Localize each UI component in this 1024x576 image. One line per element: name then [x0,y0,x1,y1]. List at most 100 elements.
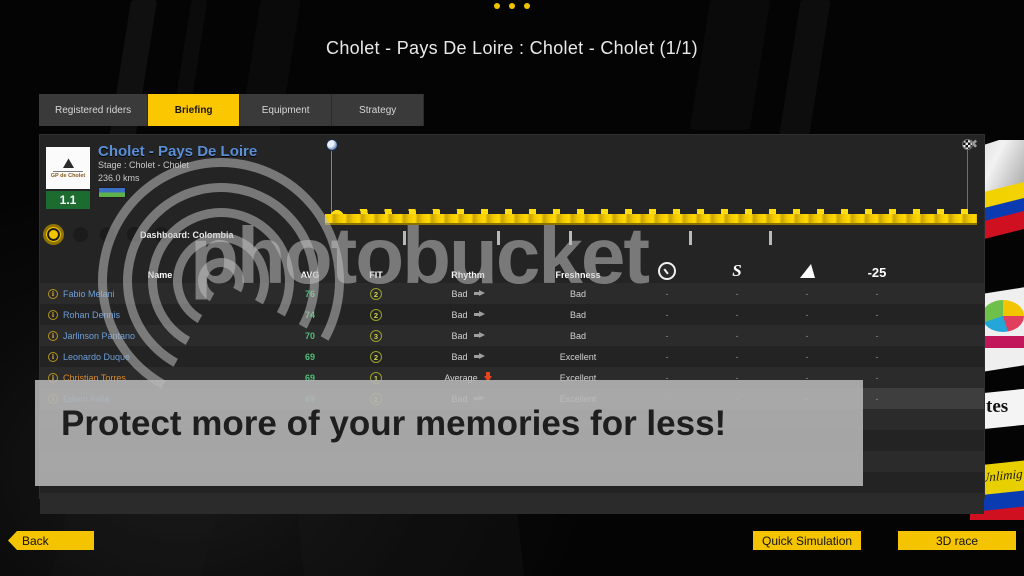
table-row-empty [40,409,984,430]
race-logo-text: GP de Cholet [50,172,86,179]
race-flag-icon [98,187,126,198]
mountain-icon [799,264,815,278]
column-header-name[interactable]: Name [40,270,280,280]
race-logo: ⛰ GP de Cholet [46,147,90,189]
column-header-mountain[interactable] [772,264,842,280]
fit-badge: 2 [370,392,382,405]
rider-mountain-cell: - [805,351,809,362]
info-icon[interactable]: i [48,288,58,299]
rider-name-cell[interactable]: i Fabio Melani [40,288,280,299]
race-category-badge: 1.1 [46,191,90,209]
fit-badge: 2 [370,350,382,363]
arrow-flat-icon [473,332,485,339]
race-logo-glyph: ⛰ [62,154,75,171]
fit-badge: 1 [370,371,382,384]
rider-freshness-cell: Bad [569,330,586,341]
rider-name: Leonardo Duque [63,351,131,362]
arrow-flat-icon [473,290,485,297]
column-header-freshness[interactable]: Freshness [524,270,632,280]
dashboard-label: Dashboard: Colombia [140,230,234,240]
rider-sprint-cell: - [665,372,669,383]
rider-sprint-cell: - [665,330,669,341]
rider-minus25-cell: - [875,393,879,404]
tab-strategy[interactable]: Strategy [332,94,425,126]
column-header-rhythm[interactable]: Rhythm [412,270,524,280]
rider-rhythm-cell: Bad [412,394,524,404]
rider-name: Jarlinson Pantano [63,330,136,341]
rider-avg-cell: 70 [304,330,315,341]
table-row[interactable]: i Leonardo Duque 69 2 Bad Excellent - - - - [40,346,984,367]
race-name: Cholet - Pays De Loire [98,143,258,160]
column-header-fit[interactable]: FIT [340,270,412,280]
info-icon[interactable]: i [48,351,58,362]
rider-freshness-cell: Bad [569,309,586,320]
rider-mountain-cell: - [805,309,809,320]
rider-flat-cell: - [735,288,739,299]
info-icon[interactable]: i [48,309,58,320]
rider-minus25-cell: - [875,372,879,383]
rider-freshness-cell: Excellent [559,393,597,404]
game-screen: tes Unlimig Cholet - Pays De Loire : Cho… [0,0,1024,576]
rider-name-cell[interactable]: i Edwin Avila [40,393,280,404]
info-icon[interactable]: i [48,393,58,404]
rider-minus25-cell: - [875,288,879,299]
table-row[interactable]: i Edwin Avila 69 2 Bad Excellent - - - - [40,388,984,409]
stage-dot-3[interactable] [100,227,115,242]
column-header-flat[interactable]: S [702,262,772,280]
tab-registered-riders[interactable]: Registered riders [39,94,149,126]
info-icon[interactable]: i [48,330,58,341]
minus-25-icon: -25 [867,265,887,280]
riders-table: Name AVG FIT Rhythm Freshness S -25 i Fab… [40,259,984,514]
arrow-down-icon [483,372,492,383]
rider-minus25-cell: - [875,351,879,362]
rider-name: Edwin Avila [63,393,109,404]
stage-dot-2[interactable] [73,227,88,242]
column-header-minus25[interactable]: -25 [842,265,912,280]
rider-name-cell[interactable]: i Jarlinson Pantano [40,330,280,341]
rider-avg-cell: 74 [304,309,315,320]
rider-rhythm-cell: Bad [412,331,524,341]
stage-dot-1[interactable] [46,227,61,242]
race-stage: Stage : Cholet - Cholet [98,160,190,170]
table-row-empty [40,451,984,472]
rider-flat-cell: - [735,393,739,404]
rider-mountain-cell: - [805,372,809,383]
rider-sprint-cell: - [665,309,669,320]
3d-race-button[interactable]: 3D race [898,531,1016,550]
rider-minus25-cell: - [875,330,879,341]
page-title: Cholet - Pays De Loire : Cholet - Cholet… [326,38,698,58]
tab-equipment[interactable]: Equipment [240,94,333,126]
rider-name-cell[interactable]: i Leonardo Duque [40,351,280,362]
rider-sprint-cell: - [665,351,669,362]
arrow-flat-icon [473,395,485,402]
rider-rhythm-cell: Bad [412,289,524,299]
column-header-sprint[interactable] [632,262,702,280]
finish-flag-icon [962,139,973,150]
table-row[interactable]: i Fabio Melani 76 2 Bad Bad - - - - [40,283,984,304]
tab-bar: Registered riders Briefing Equipment Str… [39,94,425,126]
rider-flat-cell: - [735,351,739,362]
rider-name: Christian Torres [63,372,126,383]
race-distance: 236.0 kms [98,173,140,183]
quick-simulation-button[interactable]: Quick Simulation [753,531,862,550]
fit-badge: 3 [370,329,382,342]
start-flag-icon [326,139,338,151]
rider-fit-cell: 1 [340,371,412,384]
arrow-flat-icon [473,353,485,360]
back-button[interactable]: Back [8,531,94,550]
colombia-logo-icon [982,300,1024,332]
rider-freshness-cell: Excellent [559,372,597,383]
rider-mountain-cell: - [805,330,809,341]
tab-briefing[interactable]: Briefing [148,94,241,126]
rider-name-cell[interactable]: i Rohan Dennis [40,309,280,320]
rider-name-cell[interactable]: i Christian Torres [40,372,280,383]
arrow-flat-icon [473,311,485,318]
column-header-avg[interactable]: AVG [280,270,340,280]
rider-name: Fabio Melani [63,288,115,299]
table-row[interactable]: i Rohan Dennis 74 2 Bad Bad - - - - [40,304,984,325]
top-dot-2 [509,3,515,9]
table-row[interactable]: i Jarlinson Pantano 70 3 Bad Bad - - - - [40,325,984,346]
info-icon[interactable]: i [48,372,58,383]
rider-fit-cell: 2 [340,392,412,405]
table-row[interactable]: i Christian Torres 69 1 Average Excellent - - - - [40,367,984,388]
